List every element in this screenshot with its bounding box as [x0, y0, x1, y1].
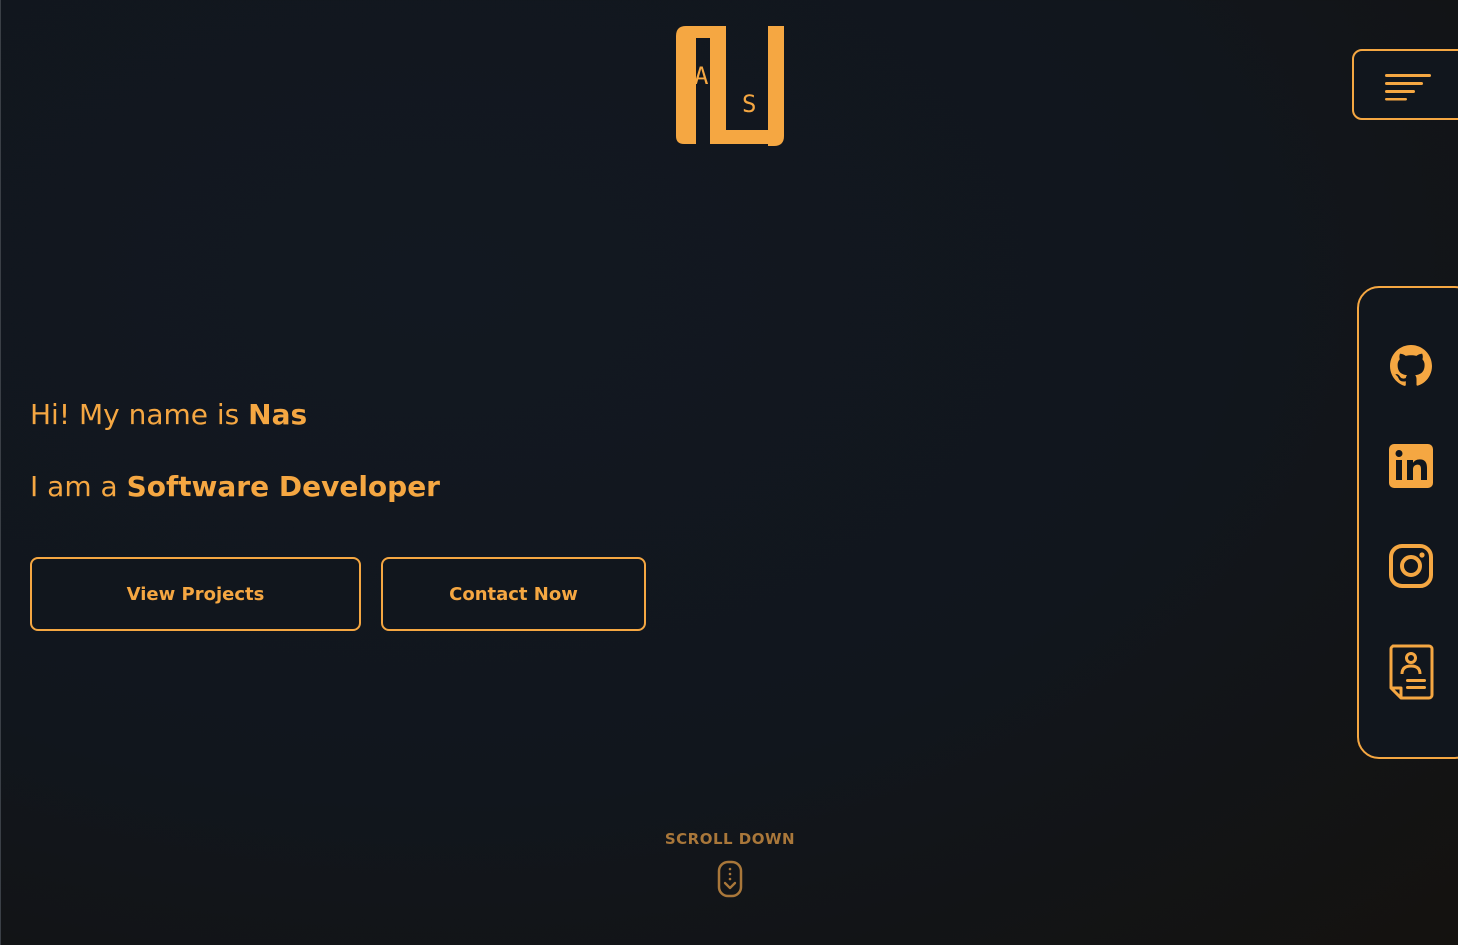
role-text: I am a Software Developer — [30, 470, 440, 503]
role-prefix: I am a — [30, 470, 127, 503]
github-icon — [1390, 345, 1432, 386]
logo-letter-a: A — [694, 62, 709, 90]
contact-now-button[interactable]: Contact Now — [381, 557, 646, 631]
greeting-text: Hi! My name is Nas — [30, 398, 307, 431]
mouse-scroll-icon[interactable] — [717, 860, 743, 902]
page-edge — [0, 0, 1, 945]
logo[interactable]: A S — [672, 22, 790, 148]
scroll-down-label: SCROLL DOWN — [664, 830, 796, 848]
menu-icon — [1385, 74, 1431, 101]
greeting-prefix: Hi! My name is — [30, 398, 249, 431]
github-link[interactable] — [1387, 342, 1435, 390]
linkedin-link[interactable] — [1387, 442, 1435, 490]
resume-link[interactable] — [1387, 642, 1435, 702]
linkedin-icon — [1389, 444, 1433, 488]
hero-name: Nas — [248, 398, 308, 431]
view-projects-button[interactable]: View Projects — [30, 557, 361, 631]
instagram-link[interactable] — [1387, 542, 1435, 590]
resume-icon — [1389, 644, 1434, 700]
logo-letter-s: S — [742, 90, 756, 118]
instagram-icon — [1389, 544, 1433, 588]
hero-role: Software Developer — [126, 470, 440, 503]
social-links-panel — [1357, 286, 1458, 759]
menu-button[interactable] — [1352, 49, 1458, 120]
